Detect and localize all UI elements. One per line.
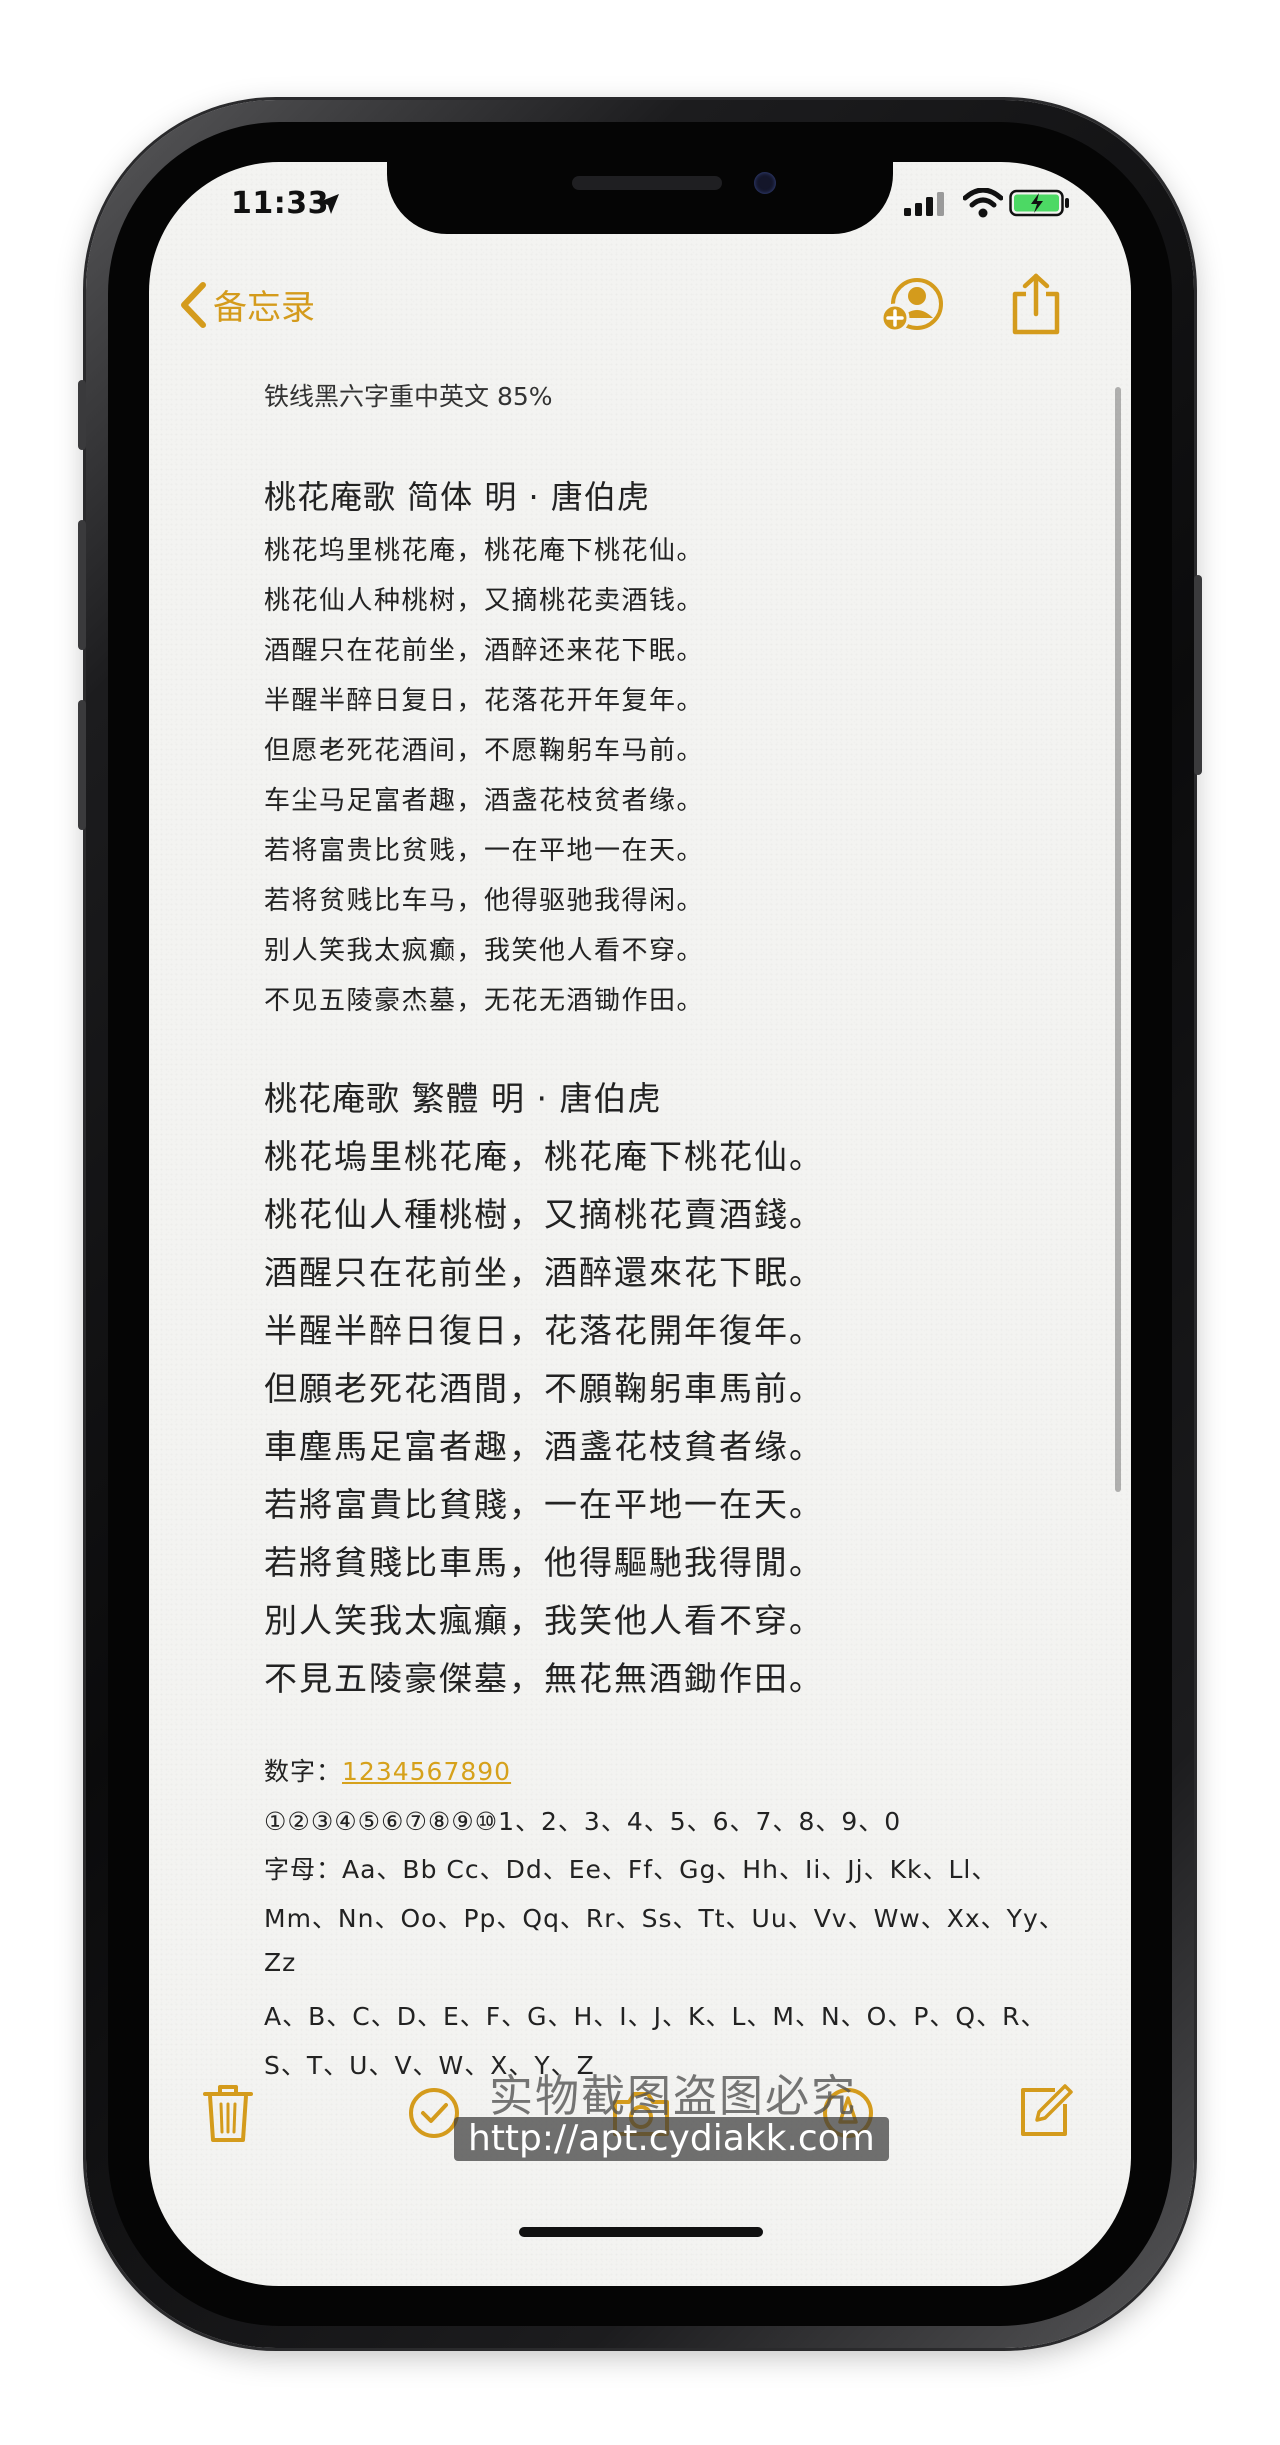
poem-line: 若将贫贱比车马，他得驱驰我得闲。 xyxy=(264,886,705,916)
add-people-button[interactable] xyxy=(879,276,951,340)
poem-line: 若將貧賤比車馬，他得驅馳我得閒。 xyxy=(264,1543,824,1582)
poem-line: 别人笑我太疯癫，我笑他人看不穿。 xyxy=(264,936,705,966)
poem-line: 桃花仙人种桃树，又摘桃花卖酒钱。 xyxy=(264,586,705,616)
screen: 11:33 备忘录 铁线黑六字重中英文 85% 桃花庵歌 简体 明 · 唐伯虎 … xyxy=(149,162,1131,2286)
compose-icon xyxy=(1021,2084,1073,2136)
watermark-url: http://apt.cydiakk.com xyxy=(454,2117,889,2161)
poem-line: 但愿老死花酒间，不愿鞠躬车马前。 xyxy=(264,736,705,766)
poem-line: 若將富貴比貧賤，一在平地一在天。 xyxy=(264,1485,824,1524)
letters-row: 字母：Aa、Bb Cc、Dd、Ee、Ff、Gg、Hh、Ii、Jj、Kk、Ll、 xyxy=(264,1855,998,1884)
checklist-icon xyxy=(409,2088,459,2138)
poem-line: 桃花坞里桃花庵，桃花庵下桃花仙。 xyxy=(264,536,705,566)
poem-line: 酒醒只在花前坐，酒醉还来花下眠。 xyxy=(264,636,705,666)
compose-button[interactable] xyxy=(1015,2082,1075,2146)
poem-line: 車塵馬足富者趣，酒盞花枝貧者缘。 xyxy=(264,1427,824,1466)
volume-up-button xyxy=(78,520,86,650)
battery-charging-icon xyxy=(1009,189,1069,217)
note-subtitle: 铁线黑六字重中英文 85% xyxy=(264,382,553,411)
poem-line: 不見五陵豪傑墓，無花無酒鋤作田。 xyxy=(264,1659,824,1698)
cellular-signal-icon xyxy=(904,192,944,216)
scrollbar[interactable] xyxy=(1115,387,1121,1492)
poem-line: 车尘马足富者趣，酒盏花枝贫者缘。 xyxy=(264,786,705,816)
home-indicator[interactable] xyxy=(519,2227,763,2237)
delete-button[interactable] xyxy=(201,2082,255,2148)
poem-traditional-heading: 桃花庵歌 繁體 明 · 唐伯虎 xyxy=(264,1079,662,1118)
location-arrow-icon xyxy=(319,194,339,214)
navigation-bar: 备忘录 xyxy=(149,262,1131,352)
poem-line: 不见五陵豪杰墓，无花无酒锄作田。 xyxy=(264,986,705,1016)
mute-switch xyxy=(78,380,86,450)
digits-label: 数字： xyxy=(264,1757,343,1786)
poem-line: 酒醒只在花前坐，酒醉還來花下眠。 xyxy=(264,1253,824,1292)
back-button-label: 备忘录 xyxy=(213,288,315,328)
poem-line: 桃花塢里桃花庵，桃花庵下桃花仙。 xyxy=(264,1137,824,1176)
notch xyxy=(387,162,893,234)
poem-line: 若将富贵比贫贱，一在平地一在天。 xyxy=(264,836,705,866)
watermark-text: 实物截图盗图必究 xyxy=(489,2071,857,2122)
earpiece-speaker xyxy=(572,176,722,190)
volume-down-button xyxy=(78,700,86,830)
digits-row: 数字：1234567890 xyxy=(264,1752,511,1788)
share-button[interactable] xyxy=(1009,272,1063,340)
chevron-left-icon xyxy=(181,281,206,328)
poem-simplified-heading: 桃花庵歌 简体 明 · 唐伯虎 xyxy=(264,478,650,516)
circled-digits-row: ①②③④⑤⑥⑦⑧⑨⑩1、2、3、4、5、6、7、8、9、0 xyxy=(264,1807,902,1836)
back-button[interactable]: 备忘录 xyxy=(179,280,315,329)
add-person-icon xyxy=(880,278,943,333)
poem-line: 桃花仙人種桃樹，又摘桃花賣酒錢。 xyxy=(264,1195,824,1234)
status-time: 11:33 xyxy=(231,186,329,221)
uppercase-row: A、B、C、D、E、F、G、H、I、J、K、L、M、N、O、P、Q、R、 xyxy=(264,2002,1047,2031)
poem-line: 半醒半醉日复日，花落花开年复年。 xyxy=(264,686,705,716)
power-button xyxy=(1194,575,1202,775)
wifi-icon xyxy=(963,188,1003,218)
trash-icon xyxy=(203,2085,253,2142)
share-icon xyxy=(1012,273,1060,335)
letters-row: Mm、Nn、Oo、Pp、Qq、Rr、Ss、Tt、Uu、Vv、Ww、Xx、Yy、 xyxy=(264,1904,1065,1933)
poem-line: 但願老死花酒間，不願鞠躬車馬前。 xyxy=(264,1369,824,1408)
poem-line: 半醒半醉日復日，花落花開年復年。 xyxy=(264,1311,824,1350)
phone-frame: 11:33 备忘录 铁线黑六字重中英文 85% 桃花庵歌 简体 明 · 唐伯虎 … xyxy=(78,100,1202,2348)
poem-line: 別人笑我太瘋癲，我笑他人看不穿。 xyxy=(264,1601,824,1640)
phone-number-link[interactable]: 1234567890 xyxy=(342,1757,511,1786)
letters-row: Zz xyxy=(264,1948,297,1977)
front-camera xyxy=(754,172,776,194)
checklist-button[interactable] xyxy=(407,2086,461,2144)
